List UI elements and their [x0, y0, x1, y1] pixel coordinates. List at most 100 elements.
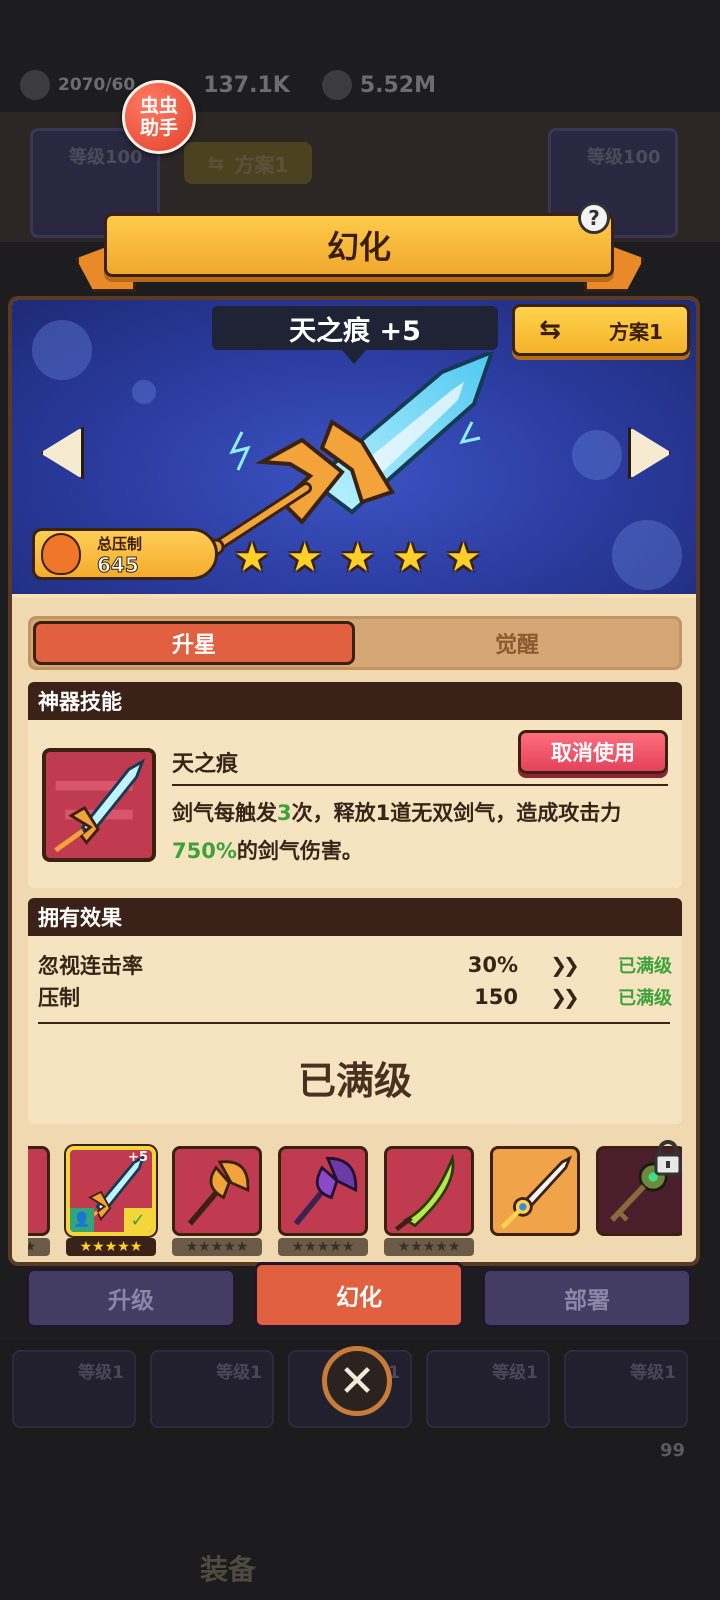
weapon-slot-sword-gold[interactable]	[490, 1146, 580, 1236]
effect-value: 150	[474, 985, 518, 1009]
assistant-label: 虫虫 助手	[139, 95, 178, 139]
weapon-stars: ★★★★★	[66, 1238, 156, 1256]
weapon-stars: ★★★★★	[278, 1238, 368, 1256]
effect-row: 忽视连击率 30% ❯❯ 已满级	[38, 950, 672, 980]
flame-icon	[41, 533, 81, 575]
total-suppress-badge: 总压制 645	[32, 528, 218, 580]
energy-icon	[20, 70, 50, 100]
desc-text: 剑气每触发	[172, 801, 277, 825]
bg-bubble	[572, 430, 622, 480]
gem-value: 137.1K	[203, 72, 290, 98]
desc-text: 次，释放1道无双剑气，造成攻击力	[291, 801, 622, 825]
resource-bar: 2070/60 137.1K 5.52M	[0, 55, 720, 115]
divider	[172, 784, 668, 786]
star-icon: ★	[234, 535, 270, 581]
weapon-name-text: 天之痕 +5	[289, 315, 421, 347]
star-icon: ★	[339, 535, 376, 581]
upgrade-tabs: 升星 觉醒	[28, 616, 682, 670]
weapon-slot-selected[interactable]: +5 👤 ✓	[66, 1146, 156, 1236]
star-icon: ★	[445, 535, 482, 581]
gold-value: 5.52M	[359, 72, 437, 98]
axe-icon	[187, 1160, 250, 1226]
previous-weapon-arrow[interactable]	[40, 426, 84, 480]
tab-awaken[interactable]: 觉醒	[357, 621, 677, 665]
plan-switch-button[interactable]: ⇆ 方案1	[512, 304, 690, 356]
tab-star-up-label: 升星	[171, 633, 216, 658]
assistant-floating-button[interactable]: 虫虫 助手	[122, 80, 196, 154]
effect-status: 已满级	[618, 956, 672, 977]
panel-title-text: 幻化	[326, 228, 391, 266]
check-icon: ✓	[124, 1208, 152, 1232]
slot-level: 等级1	[78, 1363, 124, 1383]
transform-panel: 天之痕 +5 ⇆ 方案1 总压制 645 ★ ★ ★ ★ ★ 升星 觉醒 神器技…	[8, 296, 700, 1266]
help-icon[interactable]: ?	[578, 202, 610, 234]
sword-icon	[500, 1155, 573, 1230]
desc-text: 的剑气伤害。	[236, 839, 363, 863]
artifact-skill-section: 神器技能 天之痕 取消使用 剑气每触发3次，释放1道无双剑气，造成攻击力 750%…	[28, 682, 682, 888]
bg-bubble	[32, 320, 92, 380]
tab-deploy[interactable]: 部署	[482, 1268, 692, 1328]
gold-resource: 5.52M	[321, 70, 437, 100]
enhance-level: +5	[128, 1150, 148, 1165]
weapon-stars: ★★★★★	[28, 1238, 50, 1256]
weapon-stars: ★★★★★	[172, 1238, 262, 1256]
tab-deploy-label: 部署	[564, 1288, 610, 1314]
effect-status: 已满级	[618, 988, 672, 1009]
scimitar-icon	[394, 1153, 455, 1232]
background-slot: 等级1	[426, 1350, 550, 1428]
effects-header-text: 拥有效果	[38, 906, 122, 930]
star-icon: ★	[392, 535, 429, 581]
background-slot: 等级1	[12, 1350, 136, 1428]
double-chevron-icon: ❯❯	[550, 985, 580, 1009]
skill-name: 天之痕	[172, 752, 239, 777]
swap-icon: ⇆	[539, 315, 561, 345]
skill-header-text: 神器技能	[38, 690, 122, 714]
slot-level: 等级1	[216, 1363, 262, 1383]
help-glyph: ?	[588, 206, 600, 230]
tab-transform[interactable]: 幻化	[254, 1262, 464, 1328]
slot-level: 等级1	[630, 1363, 676, 1383]
card-level: 等级100	[587, 147, 661, 168]
background-slot: 等级1	[150, 1350, 274, 1428]
lock-icon	[654, 1140, 682, 1176]
effect-name: 压制	[38, 986, 80, 1010]
energy-value: 2070/60	[58, 75, 136, 95]
double-chevron-icon: ❯❯	[550, 953, 580, 977]
equipped-person-icon: 👤	[70, 1208, 94, 1232]
tab-upgrade[interactable]: 升级	[26, 1268, 236, 1328]
nav-badge-count: 99	[660, 1440, 686, 1461]
weapon-slot-axe-purple[interactable]	[278, 1146, 368, 1236]
axe-icon	[293, 1156, 358, 1226]
weapon-slot-scimitar-green[interactable]	[384, 1146, 474, 1236]
next-weapon-arrow[interactable]	[628, 426, 672, 480]
suppress-value: 645	[97, 553, 140, 578]
weapon-roster: ★★★★★ +5 👤 ✓ ★★★★★ ★★★★★	[28, 1140, 682, 1262]
background-plan-label: 方案1	[234, 152, 289, 177]
skill-description: 剑气每触发3次，释放1道无双剑气，造成攻击力 750%的剑气伤害。	[172, 794, 672, 870]
desc-highlight: 3	[277, 801, 292, 825]
weapon-showcase: 天之痕 +5 ⇆ 方案1 总压制 645 ★ ★ ★ ★ ★	[12, 300, 696, 598]
plan-switch-label: 方案1	[609, 319, 663, 344]
effect-row: 压制 150 ❯❯ 已满级	[38, 982, 672, 1012]
background-slot: 等级1	[564, 1350, 688, 1428]
weapon-slot-partial[interactable]	[28, 1146, 50, 1236]
close-button[interactable]: ✕	[322, 1346, 392, 1416]
bg-bubble	[132, 380, 156, 404]
weapon-name-banner: 天之痕 +5	[212, 306, 498, 364]
tab-star-up[interactable]: 升星	[33, 621, 355, 665]
suppress-label: 总压制	[97, 535, 143, 553]
section-header: 神器技能	[28, 682, 682, 720]
swap-icon: ⇆	[207, 151, 225, 175]
star-icon: ★	[286, 535, 323, 581]
energy-resource: 2070/60	[20, 70, 135, 100]
section-header: 拥有效果	[28, 898, 682, 936]
cancel-use-button[interactable]: 取消使用	[518, 730, 668, 774]
tab-transform-label: 幻化	[336, 1285, 382, 1311]
weapon-slot-axe-orange[interactable]	[172, 1146, 262, 1236]
gem-resource: 137.1K	[203, 73, 290, 98]
card-level: 等级100	[69, 147, 143, 168]
sword-illustration	[207, 352, 495, 556]
effect-name: 忽视连击率	[38, 954, 143, 978]
panel-title: 幻化	[104, 213, 614, 277]
effect-value: 30%	[467, 953, 518, 977]
